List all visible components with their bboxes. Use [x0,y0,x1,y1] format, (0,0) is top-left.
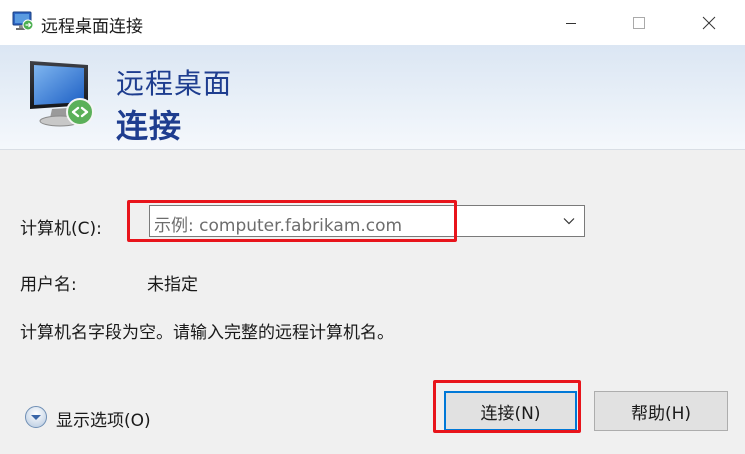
window-title: 远程桌面连接 [41,17,143,37]
close-button[interactable] [673,0,745,45]
close-icon [702,16,716,29]
computer-combobox[interactable]: 示例: computer.fabrikam.com [149,205,585,237]
minimize-icon [566,22,576,24]
maximize-button[interactable] [603,0,675,45]
remote-desktop-monitor-icon [30,61,94,127]
show-options-link[interactable]: 显示选项(O) [56,406,151,431]
title-bar[interactable]: 远程桌面连接 [0,0,745,45]
computer-input-placeholder[interactable]: 示例: computer.fabrikam.com [154,211,402,236]
help-button[interactable]: 帮助(H) [594,391,728,431]
minimize-button[interactable] [535,0,607,45]
expand-options-icon[interactable] [24,405,48,429]
banner-title-line2: 连接 [116,107,183,145]
remote-desktop-app-icon [12,11,34,31]
computer-label: 计算机(C): [20,219,102,239]
username-label: 用户名: [20,275,77,295]
status-message: 计算机名字段为空。请输入完整的远程计算机名。 [20,323,394,343]
remote-desktop-window: 远程桌面连接 远程桌面 连接 计算机(C): 示例: computer.fabr… [0,0,745,454]
banner-title-line1: 远程桌面 [116,67,233,100]
maximize-icon [633,16,645,29]
header-banner: 远程桌面 连接 [0,45,745,150]
username-value: 未指定 [147,275,198,295]
chevron-down-icon[interactable] [563,217,575,225]
connect-button[interactable]: 连接(N) [444,391,577,431]
